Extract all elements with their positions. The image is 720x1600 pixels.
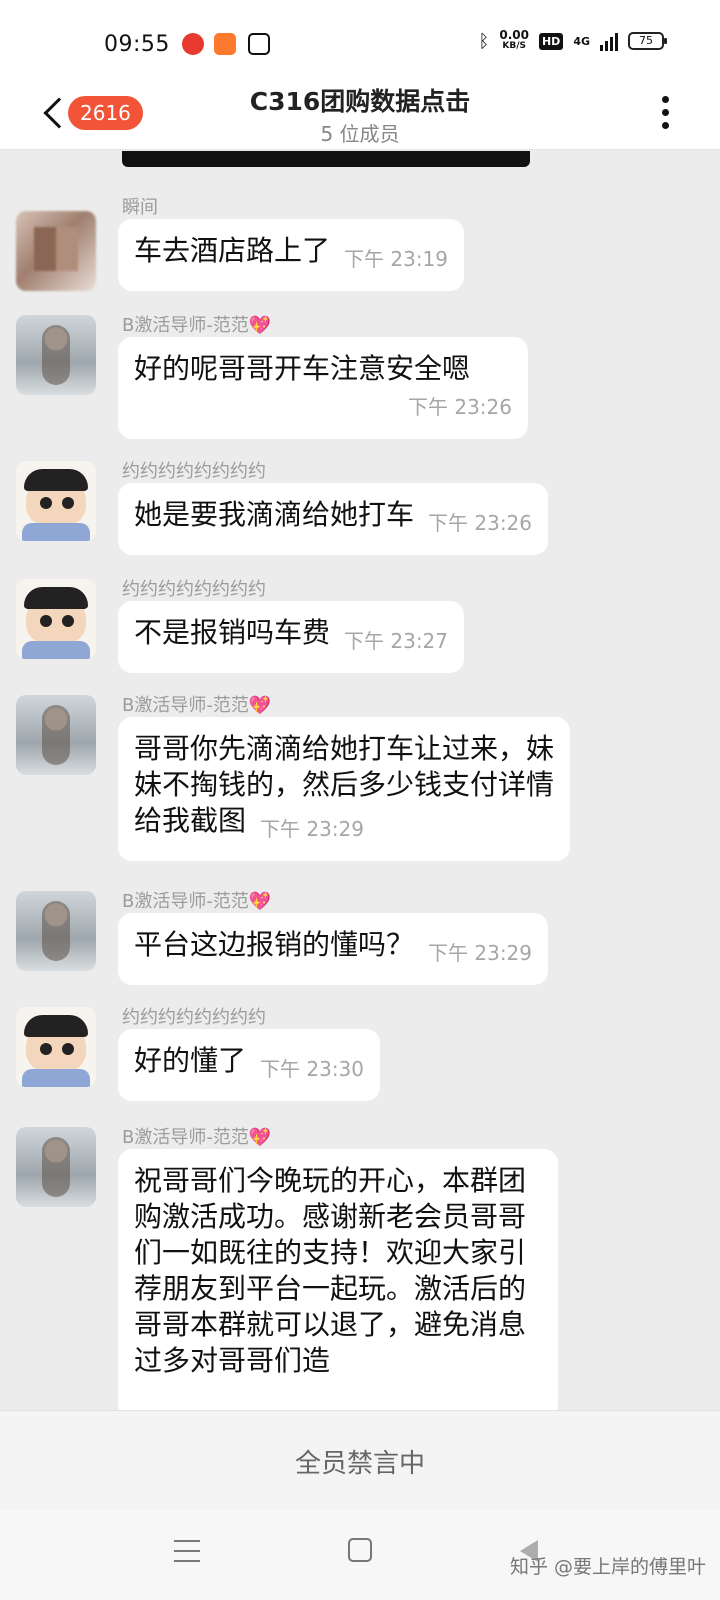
- message-time: 下午 23:29: [428, 941, 533, 965]
- muted-input-bar: 全员禁言中: [0, 1410, 720, 1510]
- message-bubble[interactable]: 她是要我滴滴给她打车 下午 23:26: [118, 483, 549, 555]
- avatar[interactable]: [16, 891, 96, 971]
- signal-icon: [600, 31, 618, 51]
- message-bubble[interactable]: 好的呢哥哥开车注意安全嗯 下午 23:26: [118, 337, 528, 439]
- chat-title: C316团购数据点击: [249, 87, 471, 116]
- chat-message-list[interactable]: 瞬间 车去酒店路上了 下午 23:19 B激活导师-范范💖 好的呢哥哥开车注意安全…: [0, 151, 720, 1410]
- avatar[interactable]: [16, 211, 96, 291]
- message-time: 下午 23:27: [344, 629, 449, 653]
- message-time: 下午 23:26: [408, 395, 512, 419]
- hd-badge: HD: [538, 32, 564, 50]
- avatar[interactable]: [16, 1127, 96, 1207]
- avatar[interactable]: [16, 579, 96, 659]
- app-red-icon: [182, 33, 204, 55]
- avatar[interactable]: [16, 695, 96, 775]
- net-speed: 0.00 KB/S: [499, 28, 529, 51]
- network-type: 4G: [573, 34, 590, 48]
- message-text: 好的呢哥哥开车注意安全嗯: [134, 352, 471, 385]
- message-time: 下午 23:19: [344, 247, 449, 271]
- app-orange-icon: [214, 33, 236, 55]
- message-text: 不是报销吗车费: [134, 616, 331, 649]
- sender-name: 瞬间: [122, 197, 158, 218]
- battery-icon: 75: [628, 32, 667, 50]
- message-text: 祝哥哥们今晚玩的开心，本群团购激活成功。感谢新老会员哥哥们一如既往的支持！欢迎大…: [134, 1164, 527, 1377]
- message-text: 平台这边报销的懂吗？: [134, 928, 415, 961]
- previous-media-message[interactable]: [122, 151, 530, 167]
- home-button[interactable]: [348, 1538, 372, 1562]
- sender-name: 约约约约约约约约: [122, 579, 266, 600]
- avatar[interactable]: [16, 1007, 96, 1087]
- message-bubble[interactable]: 好的懂了 下午 23:30: [118, 1029, 381, 1101]
- sender-name: B激活导师-范范💖: [122, 1127, 272, 1148]
- sender-name: 约约约约约约约约: [122, 461, 266, 482]
- bluetooth-icon: ᛒ: [478, 30, 490, 52]
- muted-notice: 全员禁言中: [294, 1449, 425, 1479]
- message-time: 下午 23:26: [428, 511, 533, 535]
- message-time: 下午 23:30: [260, 1057, 365, 1081]
- member-count[interactable]: 5 位成员: [0, 118, 720, 147]
- tv-icon: [248, 33, 270, 55]
- status-right: ᛒ 0.00 KB/S HD 4G 75: [478, 28, 667, 52]
- message-bubble[interactable]: 车去酒店路上了 下午 23:19: [118, 219, 465, 291]
- status-bar: 09:55 ᛒ 0.00 KB/S HD 4G 75: [0, 0, 720, 88]
- message-bubble[interactable]: 不是报销吗车费 下午 23:27: [118, 601, 465, 673]
- sender-name: B激活导师-范范💖: [122, 315, 272, 336]
- message-text: 她是要我滴滴给她打车: [134, 498, 415, 531]
- sender-name: B激活导师-范范💖: [122, 695, 272, 716]
- message-bubble[interactable]: 平台这边报销的懂吗？ 下午 23:29: [118, 913, 549, 985]
- message-bubble[interactable]: 哥哥你先滴滴给她打车让过来，妹妹不掏钱的，然后多少钱支付详情给我截图 下午 23:…: [118, 717, 570, 861]
- more-menu-button[interactable]: [660, 96, 670, 132]
- message-bubble[interactable]: 祝哥哥们今晚玩的开心，本群团购激活成功。感谢新老会员哥哥们一如既往的支持！欢迎大…: [118, 1149, 558, 1410]
- sender-name: B激活导师-范范💖: [122, 891, 272, 912]
- avatar[interactable]: [16, 461, 96, 541]
- recents-button[interactable]: [174, 1540, 200, 1562]
- watermark: 知乎 @要上岸的傅里叶: [509, 1556, 706, 1578]
- message-text: 好的懂了: [134, 1044, 247, 1077]
- status-time: 09:55: [104, 32, 170, 57]
- chat-header: 09:55 ᛒ 0.00 KB/S HD 4G 75 2616 C316团购数据…: [0, 0, 720, 150]
- sender-name: 约约约约约约约约: [122, 1007, 266, 1028]
- avatar[interactable]: [16, 315, 96, 395]
- message-text: 车去酒店路上了: [134, 234, 331, 267]
- message-time: 下午 23:29: [260, 817, 365, 841]
